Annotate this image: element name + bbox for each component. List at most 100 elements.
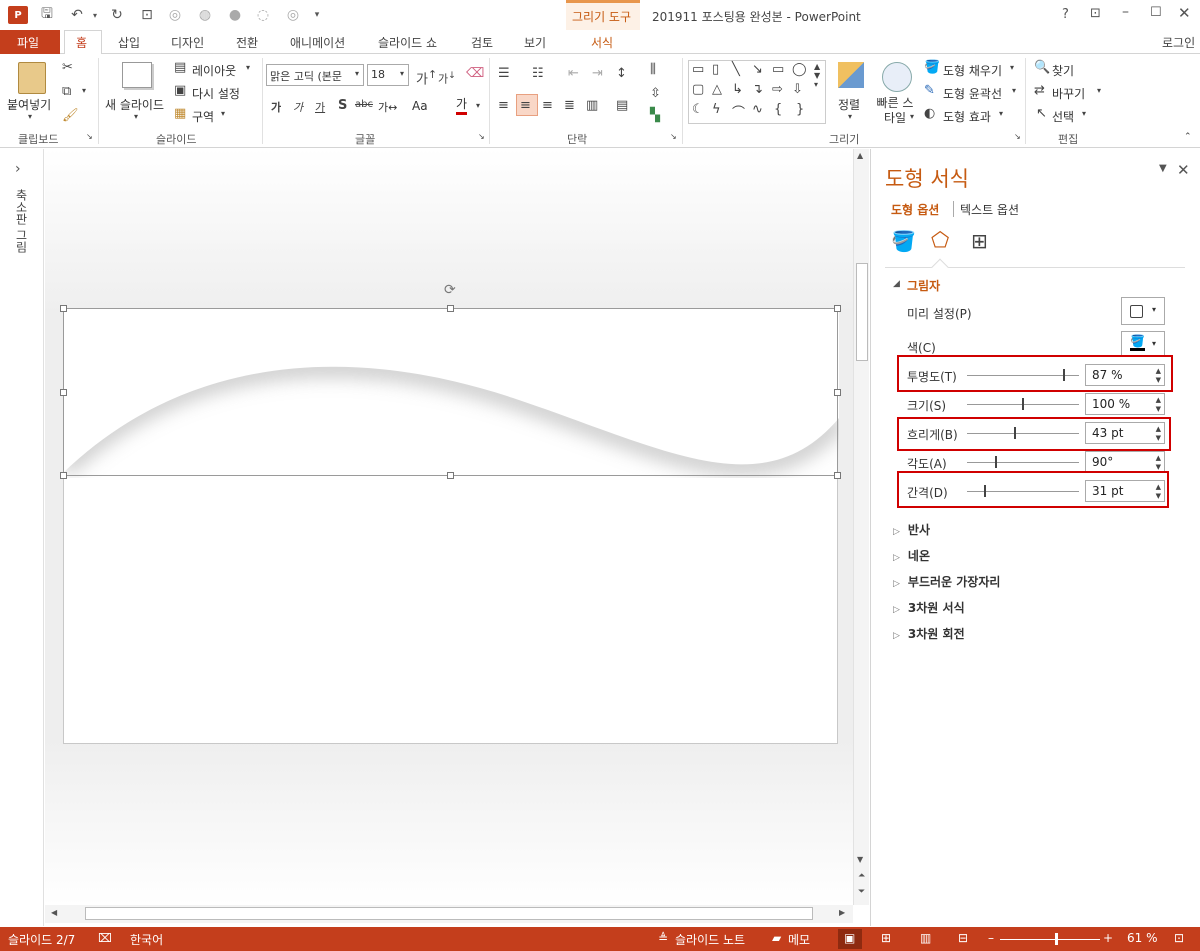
zoom-in-icon[interactable]: + <box>1103 931 1113 945</box>
effects-icon[interactable]: ⬠ <box>931 228 949 252</box>
spin-down-icon[interactable]: ▼ <box>1156 463 1161 471</box>
fill-line-icon[interactable]: 🪣 <box>891 229 916 253</box>
size-properties-icon[interactable]: ⊞ <box>971 229 988 253</box>
align-right-icon[interactable]: ≡ <box>542 98 553 113</box>
increase-indent-icon[interactable]: ⇥ <box>592 66 603 81</box>
angle-input[interactable]: 90° ▲ ▼ <box>1085 451 1165 473</box>
new-slide-button[interactable]: 새 슬라이드 <box>105 96 164 113</box>
copy-icon[interactable]: ⧉ <box>62 84 71 99</box>
layout-icon[interactable]: ▤ <box>174 60 186 75</box>
bullets-icon[interactable]: ☰ <box>498 66 510 81</box>
powerpoint-logo-icon[interactable]: P <box>8 6 28 24</box>
reset-icon[interactable]: ▣ <box>174 83 186 98</box>
comments-button[interactable]: 메모 <box>788 931 810 948</box>
character-spacing-button[interactable]: 가↔ <box>378 99 397 115</box>
angle-slider[interactable] <box>967 456 1079 468</box>
spellcheck-icon[interactable]: ⌧ <box>98 931 112 945</box>
tab-format[interactable]: 서식 <box>591 34 613 51</box>
slide-counter[interactable]: 슬라이드 2/7 <box>8 931 75 948</box>
align-text-icon[interactable]: ⇳ <box>650 86 661 101</box>
copy-dropdown-icon[interactable]: ▾ <box>82 86 86 95</box>
soft-edges-section[interactable]: ▷ 부드러운 가장자리 <box>893 573 1000 590</box>
decrease-indent-icon[interactable]: ⇤ <box>568 66 579 81</box>
text-direction-icon[interactable]: ⫼ <box>650 62 656 77</box>
line-spacing-icon[interactable]: ↕ <box>616 66 627 81</box>
elbow-connector-shape-icon[interactable]: ↳ <box>732 82 743 97</box>
format-painter-icon[interactable]: 🖌 <box>62 108 79 123</box>
expand-thumbnails-icon[interactable]: › <box>15 161 21 177</box>
collapse-ribbon-icon[interactable]: ⌃ <box>1184 132 1192 142</box>
close-icon[interactable]: ✕ <box>1178 4 1191 22</box>
scroll-down-icon[interactable]: ▼ <box>857 855 863 864</box>
slider-thumb[interactable] <box>1022 398 1024 410</box>
elbow-arrow-shape-icon[interactable]: ↴ <box>752 82 763 97</box>
spin-down-icon[interactable]: ▼ <box>1156 405 1161 413</box>
brace-right-shape-icon[interactable]: } <box>796 102 804 117</box>
resize-handle-top-left[interactable] <box>60 305 67 312</box>
find-button[interactable]: 찾기 <box>1052 62 1074 79</box>
oval-shape-icon[interactable]: ◯ <box>792 62 807 77</box>
down-arrow-shape-icon[interactable]: ⇩ <box>792 82 803 97</box>
redo-icon[interactable]: ↻ <box>108 6 126 24</box>
size-input[interactable]: 100 % ▲ ▼ <box>1085 393 1165 415</box>
tab-animations[interactable]: 애니메이션 <box>290 34 345 51</box>
previous-slide-icon[interactable]: ⏶ <box>858 871 865 881</box>
rounded-rect-shape-icon[interactable]: ▢ <box>692 82 704 97</box>
lightning-shape-icon[interactable]: ϟ <box>712 102 721 117</box>
triangle-shape-icon[interactable]: △ <box>712 82 722 97</box>
slide-sorter-icon[interactable]: ⊞ <box>881 931 891 945</box>
pane-close-icon[interactable]: ✕ <box>1177 161 1190 179</box>
section-button[interactable]: 구역 <box>192 108 214 125</box>
section-dropdown-icon[interactable]: ▾ <box>221 109 225 118</box>
tab-transitions[interactable]: 전환 <box>236 34 258 51</box>
clipboard-launcher-icon[interactable]: ↘ <box>86 132 93 141</box>
scroll-left-icon[interactable]: ◀ <box>51 908 57 917</box>
zoom-slider-thumb[interactable] <box>1054 933 1058 945</box>
resize-handle-left[interactable] <box>60 389 67 396</box>
section-icon[interactable]: ▦ <box>174 106 186 121</box>
start-from-beginning-icon[interactable]: ⊡ <box>138 6 156 24</box>
ribbon-display-options-icon[interactable]: ⊡ <box>1090 6 1101 21</box>
tab-view[interactable]: 보기 <box>524 34 546 51</box>
layout-button[interactable]: 레이아웃 <box>192 62 236 79</box>
arrange-dropdown-icon[interactable]: ▾ <box>848 112 852 121</box>
shape-union-icon[interactable]: ◎ <box>166 6 184 24</box>
notes-icon[interactable]: ≜ <box>658 931 668 945</box>
shape-fill-icon[interactable]: 🪣 <box>924 60 940 75</box>
resize-handle-top-right[interactable] <box>834 305 841 312</box>
resize-handle-top[interactable] <box>447 305 454 312</box>
arrange-button[interactable]: 정렬 <box>838 96 860 113</box>
thumbnails-label[interactable]: 축소판 그림 <box>13 189 30 253</box>
new-slide-icon[interactable] <box>122 62 152 88</box>
shape-intersect-icon[interactable]: ◌ <box>254 6 272 24</box>
color-button[interactable]: 🪣 ▾ <box>1121 331 1165 357</box>
shrink-font-icon[interactable]: 가↓ <box>438 70 456 87</box>
numbering-icon[interactable]: ☷ <box>532 66 544 81</box>
italic-icon[interactable]: 가 <box>293 99 303 115</box>
undo-icon[interactable]: ↶ <box>68 6 86 24</box>
preset-button[interactable]: ▾ <box>1121 297 1165 325</box>
help-button[interactable]: ? <box>1062 7 1069 22</box>
glow-section[interactable]: ▷ 네온 <box>893 547 930 564</box>
undo-dropdown-icon[interactable]: ▾ <box>86 6 104 24</box>
quick-styles-icon[interactable] <box>882 62 912 92</box>
textbox-shape-icon[interactable]: ▭ <box>692 62 704 77</box>
layout-dropdown-icon[interactable]: ▾ <box>246 63 250 72</box>
quick-styles-dropdown-icon[interactable]: ▾ <box>910 112 914 121</box>
spin-up-icon[interactable]: ▲ <box>1156 396 1161 404</box>
3d-rotation-section[interactable]: ▷ 3차원 회전 <box>893 625 965 642</box>
align-left-icon[interactable]: ≡ <box>498 98 509 113</box>
save-icon[interactable]: 🖫 <box>38 6 56 24</box>
hscroll-thumb[interactable] <box>85 907 813 920</box>
vertical-scrollbar[interactable]: ▲ ▼ ⏶ ⏷ <box>853 149 869 905</box>
tab-slideshow[interactable]: 슬라이드 쇼 <box>378 34 437 51</box>
zoom-level[interactable]: 61 % <box>1127 931 1158 945</box>
horizontal-scrollbar[interactable]: ◀ ▶ <box>45 905 853 923</box>
shape-combine-icon[interactable]: ◍ <box>196 6 214 24</box>
replace-dropdown-icon[interactable]: ▾ <box>1097 86 1101 95</box>
resize-handle-right[interactable] <box>834 389 841 396</box>
customize-qat-icon[interactable]: ▾ <box>308 6 326 24</box>
scroll-thumb[interactable] <box>856 263 868 361</box>
shape-effects-dropdown-icon[interactable]: ▾ <box>999 109 1003 118</box>
paste-dropdown-icon[interactable]: ▾ <box>28 112 32 121</box>
